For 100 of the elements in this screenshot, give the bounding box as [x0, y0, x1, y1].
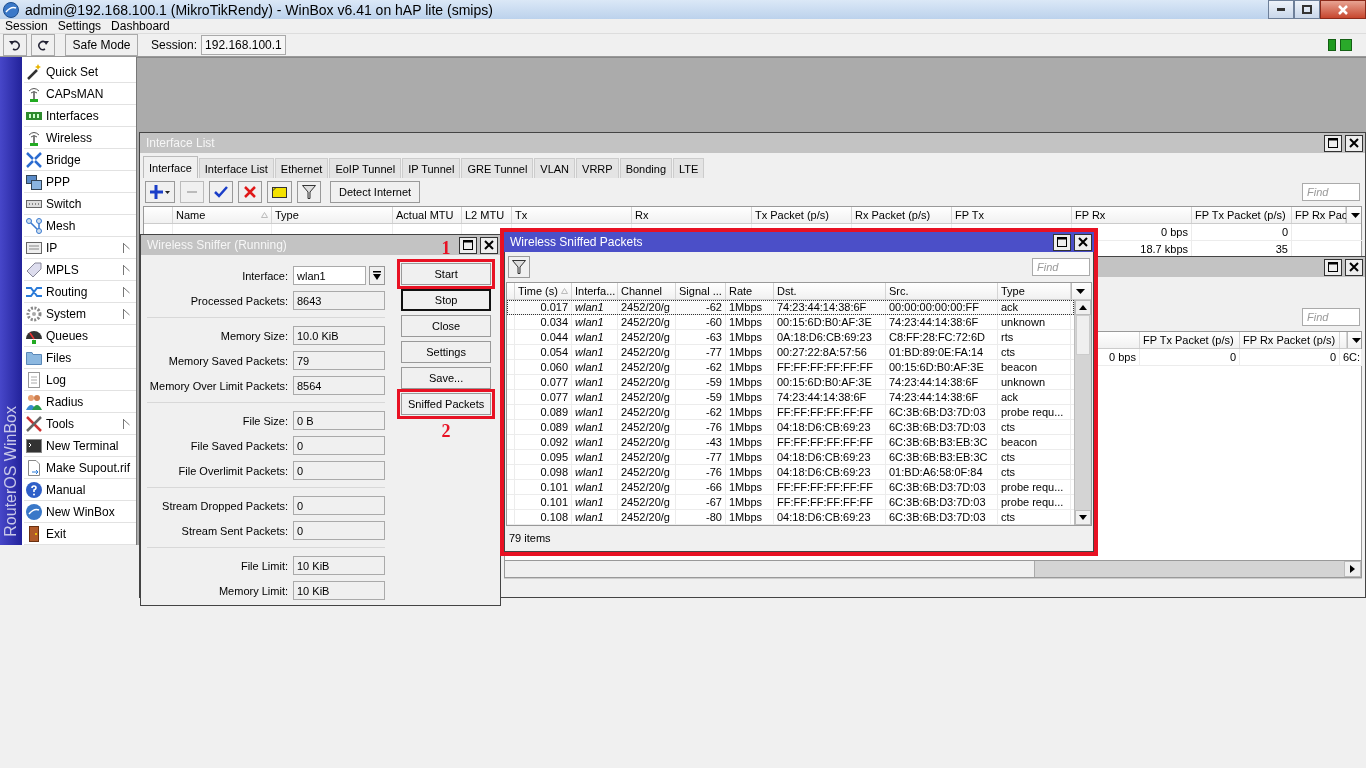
- column-header[interactable]: Rate: [726, 283, 774, 299]
- filter-button[interactable]: [297, 181, 321, 203]
- find-field[interactable]: Find: [1302, 308, 1360, 326]
- interface-field[interactable]: wlan1: [293, 266, 366, 285]
- action-button[interactable]: Settings: [401, 341, 492, 363]
- table-row[interactable]: 0.095 wlan1 2452/20/g -77 1Mbps 04:18:D6:CB:69:23 6C:3B:6B:B3:EB:3C cts: [507, 450, 1074, 465]
- tab[interactable]: Interface List: [198, 158, 274, 178]
- table-row[interactable]: 0.077 wlan1 2452/20/g -59 1Mbps 00:15:6D:B0:AF:3E 74:23:44:14:38:6F unknown: [507, 375, 1074, 390]
- menu-item[interactable]: Session: [0, 19, 53, 33]
- sidebar-item[interactable]: Switch: [24, 193, 136, 215]
- sidebar-item[interactable]: Radius: [24, 391, 136, 413]
- tab[interactable]: VLAN: [534, 158, 576, 178]
- close-button[interactable]: [1345, 258, 1363, 276]
- column-header[interactable]: Rx: [632, 207, 752, 223]
- find-field[interactable]: Find: [1032, 258, 1090, 276]
- scroll-right-button[interactable]: [1344, 561, 1361, 577]
- column-menu-button[interactable]: [1346, 207, 1363, 223]
- table-row[interactable]: 0.089 wlan1 2452/20/g -62 1Mbps FF:FF:FF:FF:FF:FF 6C:3B:6B:D3:7D:03 probe requ...: [507, 405, 1074, 420]
- disable-button[interactable]: [238, 181, 262, 203]
- close-button[interactable]: [1345, 134, 1363, 152]
- table-row[interactable]: 0.017 wlan1 2452/20/g -62 1Mbps 74:23:44:14:38:6F 00:00:00:00:00:FF ack: [507, 300, 1074, 315]
- table-row[interactable]: 0.108 wlan1 2452/20/g -80 1Mbps 04:18:D6:CB:69:23 6C:3B:6B:D3:7D:03 cts: [507, 510, 1074, 525]
- scroll-up-button[interactable]: [1075, 300, 1091, 315]
- column-header[interactable]: FP Tx: [952, 207, 1072, 223]
- safe-mode-button[interactable]: Safe Mode: [65, 34, 138, 56]
- sidebar-item[interactable]: IP: [24, 237, 136, 259]
- table-row[interactable]: 0.044 wlan1 2452/20/g -63 1Mbps 0A:18:D6:CB:69:23 C8:FF:28:FC:72:6D rts: [507, 330, 1074, 345]
- tab[interactable]: Interface: [143, 156, 198, 178]
- find-field[interactable]: Find: [1302, 183, 1360, 201]
- column-header[interactable]: Tx Packet (p/s): [752, 207, 852, 223]
- table-row[interactable]: 0.098 wlan1 2452/20/g -76 1Mbps 04:18:D6:CB:69:23 01:BD:A6:58:0F:84 cts: [507, 465, 1074, 480]
- column-header[interactable]: FP Tx Packet (p/s): [1192, 207, 1292, 223]
- action-button[interactable]: Sniffed Packets: [401, 393, 492, 415]
- tab[interactable]: VRRP: [576, 158, 619, 178]
- sidebar-item[interactable]: Log: [24, 369, 136, 391]
- sidebar-item[interactable]: New WinBox: [24, 501, 136, 523]
- action-button[interactable]: Close: [401, 315, 492, 337]
- sidebar-item[interactable]: Queues: [24, 325, 136, 347]
- minimize-button[interactable]: [1268, 0, 1294, 19]
- menu-item[interactable]: Settings: [52, 19, 107, 33]
- column-header[interactable]: Channel: [618, 283, 676, 299]
- sidebar-item[interactable]: CAPsMAN: [24, 83, 136, 105]
- menu-item[interactable]: Dashboard: [106, 19, 175, 33]
- sidebar-item[interactable]: System: [24, 303, 136, 325]
- sidebar-item[interactable]: Mesh: [24, 215, 136, 237]
- dropdown-button[interactable]: [369, 266, 385, 285]
- tab[interactable]: Ethernet: [274, 158, 329, 178]
- table-row[interactable]: 0.077 wlan1 2452/20/g -59 1Mbps 74:23:44:14:38:6F 74:23:44:14:38:6F ack: [507, 390, 1074, 405]
- undo-button[interactable]: [3, 34, 27, 56]
- table-row[interactable]: 0.054 wlan1 2452/20/g -77 1Mbps 00:27:22:8A:57:56 01:BD:89:0E:FA:14 cts: [507, 345, 1074, 360]
- filter-button[interactable]: [508, 256, 530, 278]
- column-header[interactable]: Rx Packet (p/s): [852, 207, 952, 223]
- sidebar-item[interactable]: MPLS: [24, 259, 136, 281]
- sidebar-item[interactable]: Routing: [24, 281, 136, 303]
- column-header[interactable]: Name: [173, 207, 272, 223]
- column-header[interactable]: Type: [272, 207, 393, 223]
- sidebar-item[interactable]: Files: [24, 347, 136, 369]
- enable-button[interactable]: [209, 181, 233, 203]
- maximize-button[interactable]: [1053, 233, 1071, 251]
- column-header[interactable]: Type: [998, 283, 1071, 299]
- column-header[interactable]: FP Rx: [1072, 207, 1192, 223]
- column-header[interactable]: FP Rx Pac: [1292, 207, 1346, 223]
- action-button[interactable]: Stop: [401, 289, 492, 311]
- close-button[interactable]: [1320, 0, 1366, 19]
- column-header[interactable]: FP Rx Packet (p/s): [1240, 332, 1340, 348]
- table-row[interactable]: 0.101 wlan1 2452/20/g -66 1Mbps FF:FF:FF:FF:FF:FF 6C:3B:6B:D3:7D:03 probe requ...: [507, 480, 1074, 495]
- tab[interactable]: GRE Tunnel: [461, 158, 534, 178]
- sidebar-item[interactable]: Quick Set: [24, 61, 136, 83]
- sidebar-item[interactable]: Exit: [24, 523, 136, 545]
- table-row[interactable]: 0.101 wlan1 2452/20/g -67 1Mbps FF:FF:FF:FF:FF:FF 6C:3B:6B:D3:7D:03 probe requ...: [507, 495, 1074, 510]
- sidebar-item[interactable]: Make Supout.rif: [24, 457, 136, 479]
- column-menu-button[interactable]: [1347, 332, 1364, 348]
- detect-internet-button[interactable]: Detect Internet: [330, 181, 421, 203]
- scrollbar[interactable]: [504, 561, 1362, 578]
- scrollbar[interactable]: [1074, 300, 1091, 525]
- column-menu-button[interactable]: [1071, 283, 1088, 299]
- maximize-button[interactable]: [1324, 134, 1342, 152]
- column-header[interactable]: Src.: [886, 283, 998, 299]
- table-row[interactable]: 0.034 wlan1 2452/20/g -60 1Mbps 00:15:6D:B0:AF:3E 74:23:44:14:38:6F unknown: [507, 315, 1074, 330]
- tab[interactable]: LTE: [673, 158, 705, 178]
- tab[interactable]: Bonding: [619, 158, 672, 178]
- sidebar-item[interactable]: Wireless: [24, 127, 136, 149]
- table-row[interactable]: 0.089 wlan1 2452/20/g -76 1Mbps 04:18:D6:CB:69:23 6C:3B:6B:D3:7D:03 cts: [507, 420, 1074, 435]
- column-header[interactable]: Signal ...: [676, 283, 726, 299]
- table-row[interactable]: 0.092 wlan1 2452/20/g -43 1Mbps FF:FF:FF:FF:FF:FF 6C:3B:6B:B3:EB:3C beacon: [507, 435, 1074, 450]
- action-button[interactable]: Start: [401, 263, 492, 285]
- maximize-button[interactable]: [459, 236, 477, 254]
- sidebar-item[interactable]: Bridge: [24, 149, 136, 171]
- sidebar-item[interactable]: PPP: [24, 171, 136, 193]
- maximize-button[interactable]: [1294, 0, 1320, 19]
- comment-button[interactable]: [267, 181, 292, 203]
- tab[interactable]: IP Tunnel: [402, 158, 461, 178]
- column-header[interactable]: L2 MTU: [462, 207, 512, 223]
- sidebar-item[interactable]: Interfaces: [24, 105, 136, 127]
- sidebar-item[interactable]: Tools: [24, 413, 136, 435]
- column-header[interactable]: FP Tx Packet (p/s): [1140, 332, 1240, 348]
- action-button[interactable]: Save...: [401, 367, 492, 389]
- sidebar-item[interactable]: New Terminal: [24, 435, 136, 457]
- maximize-button[interactable]: [1324, 258, 1342, 276]
- column-header[interactable]: Interfa...: [572, 283, 618, 299]
